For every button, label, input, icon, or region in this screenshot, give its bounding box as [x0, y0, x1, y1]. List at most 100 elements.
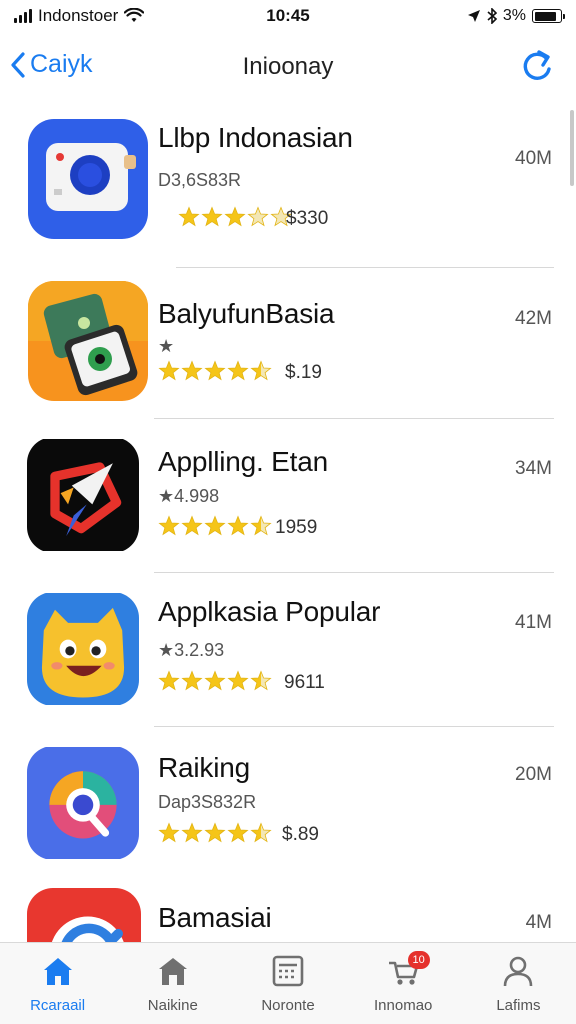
status-left: Indonstoer: [14, 6, 224, 26]
star-half-icon: [250, 822, 272, 843]
rating-stars: [178, 206, 292, 228]
app-name: Applling. Etan: [158, 446, 328, 477]
app-subtitle: ★: [158, 336, 175, 356]
list-item[interactable]: Llbp Indonasian D3,6S83R $330 40M: [0, 100, 576, 268]
star-filled-icon: [178, 206, 200, 227]
divider: [154, 726, 554, 727]
list-item[interactable]: Bamasiai 4M: [0, 884, 576, 942]
tab-label: Rcaraail: [30, 997, 86, 1014]
app-size: 4M: [525, 912, 552, 933]
tablet-app-icon: [28, 281, 148, 401]
tab-label: Naikine: [147, 997, 198, 1014]
app-name: BalyufunBasia: [158, 298, 335, 329]
tab-label: Lafims: [496, 997, 541, 1014]
globe-app-icon: [27, 746, 139, 860]
star-filled-icon: [158, 670, 180, 691]
app-subtitle: Dap3S832R: [158, 792, 257, 812]
grid-list-icon: [272, 955, 304, 987]
tab-list[interactable]: Noronte: [230, 943, 345, 1024]
app-size: 34M: [515, 458, 552, 479]
app-list: Llbp Indonasian D3,6S83R $330 40M Balyuf…: [0, 100, 576, 942]
location-arrow-icon: [467, 10, 480, 22]
star-filled-icon: [158, 822, 180, 843]
app-name: Applkasia Popular: [158, 596, 381, 627]
status-time: 10:45: [266, 6, 310, 25]
star-filled-icon: [227, 515, 249, 536]
star-filled-icon: [204, 360, 226, 381]
battery-icon: [532, 9, 565, 23]
star-filled-icon: [227, 822, 249, 843]
app-size: 20M: [515, 764, 552, 785]
star-half-icon: [250, 670, 272, 691]
star-filled-icon: [158, 360, 180, 381]
app-price: 1959: [275, 517, 318, 538]
tab-home[interactable]: Rcaraail: [0, 943, 115, 1024]
app-name: Llbp Indonasian: [158, 122, 353, 153]
home-icon: [43, 958, 72, 985]
camera-app-icon: [28, 119, 148, 239]
bluetooth-icon: [487, 8, 497, 24]
app-price: $330: [286, 208, 329, 229]
tab-label: Noronte: [261, 997, 315, 1014]
star-filled-icon: [227, 360, 249, 381]
app-size: 41M: [515, 612, 552, 633]
app-subtitle: D3,6S83R: [158, 170, 242, 190]
list-item[interactable]: BalyufunBasia ★ $.19 42M: [0, 268, 576, 420]
list-item[interactable]: Applkasia Popular ★3.2.93 9611 41M: [0, 574, 576, 728]
app-price: $.89: [282, 824, 319, 845]
star-filled-icon: [204, 670, 226, 691]
app-price: 9611: [284, 672, 325, 693]
app-price: $.19: [285, 362, 322, 383]
star-filled-icon: [181, 670, 203, 691]
cart-badge: 10: [407, 951, 430, 969]
tab-bar: Rcaraail Naikine Noronte 10 Innomao Lafi…: [0, 942, 576, 1024]
app-size: 42M: [515, 308, 552, 329]
star-filled-icon: [227, 670, 249, 691]
back-button[interactable]: Caiyk: [10, 50, 93, 79]
tab-store[interactable]: Naikine: [115, 943, 230, 1024]
app-subtitle: ★4.998: [158, 486, 220, 506]
scroll-indicator[interactable]: [570, 110, 574, 186]
rating-stars: [158, 360, 272, 382]
star-filled-icon: [181, 822, 203, 843]
app-subtitle: ★3.2.93: [158, 640, 225, 660]
star-filled-icon: [224, 206, 246, 227]
app-size: 40M: [515, 148, 552, 169]
divider: [154, 572, 554, 573]
app-name: Raiking: [158, 752, 250, 783]
status-bar: Indonstoer 10:45 3%: [0, 0, 576, 32]
store-icon: [158, 958, 187, 985]
list-item[interactable]: Raiking Dap3S832R $.89 20M: [0, 728, 576, 884]
tab-label: Innomao: [374, 997, 433, 1014]
tab-cart[interactable]: 10 Innomao: [346, 943, 461, 1024]
carrier-label: Indonstoer: [38, 6, 119, 25]
navigation-bar: Caiyk Inioonay: [0, 36, 576, 98]
rating-stars: [158, 515, 272, 537]
mascot-app-icon: [27, 592, 139, 706]
star-filled-icon: [158, 515, 180, 536]
star-filled-icon: [201, 206, 223, 227]
star-filled-icon: [204, 822, 226, 843]
star-half-icon: [250, 515, 272, 536]
app-name: Bamasiai: [158, 902, 272, 933]
red-app-icon: [27, 888, 141, 942]
star-filled-icon: [181, 360, 203, 381]
back-button-label: Caiyk: [30, 50, 93, 78]
refresh-icon: [523, 50, 551, 80]
person-icon: [504, 956, 533, 987]
wifi-icon: [124, 8, 145, 22]
battery-percent: 3%: [502, 7, 526, 24]
refresh-button[interactable]: [520, 48, 554, 89]
tab-profile[interactable]: Lafims: [461, 943, 576, 1024]
star-filled-icon: [181, 515, 203, 536]
arrow-app-icon: [27, 437, 139, 553]
star-half-icon: [250, 360, 272, 381]
divider: [154, 418, 554, 419]
rating-stars: [158, 822, 272, 844]
list-item[interactable]: Applling. Etan ★4.998 1959 34M: [0, 420, 576, 574]
status-right: 3%: [352, 7, 565, 25]
battery-level: [534, 11, 556, 21]
signal-icon: [14, 9, 32, 23]
star-empty-icon: [247, 206, 269, 227]
rating-stars: [158, 670, 272, 692]
